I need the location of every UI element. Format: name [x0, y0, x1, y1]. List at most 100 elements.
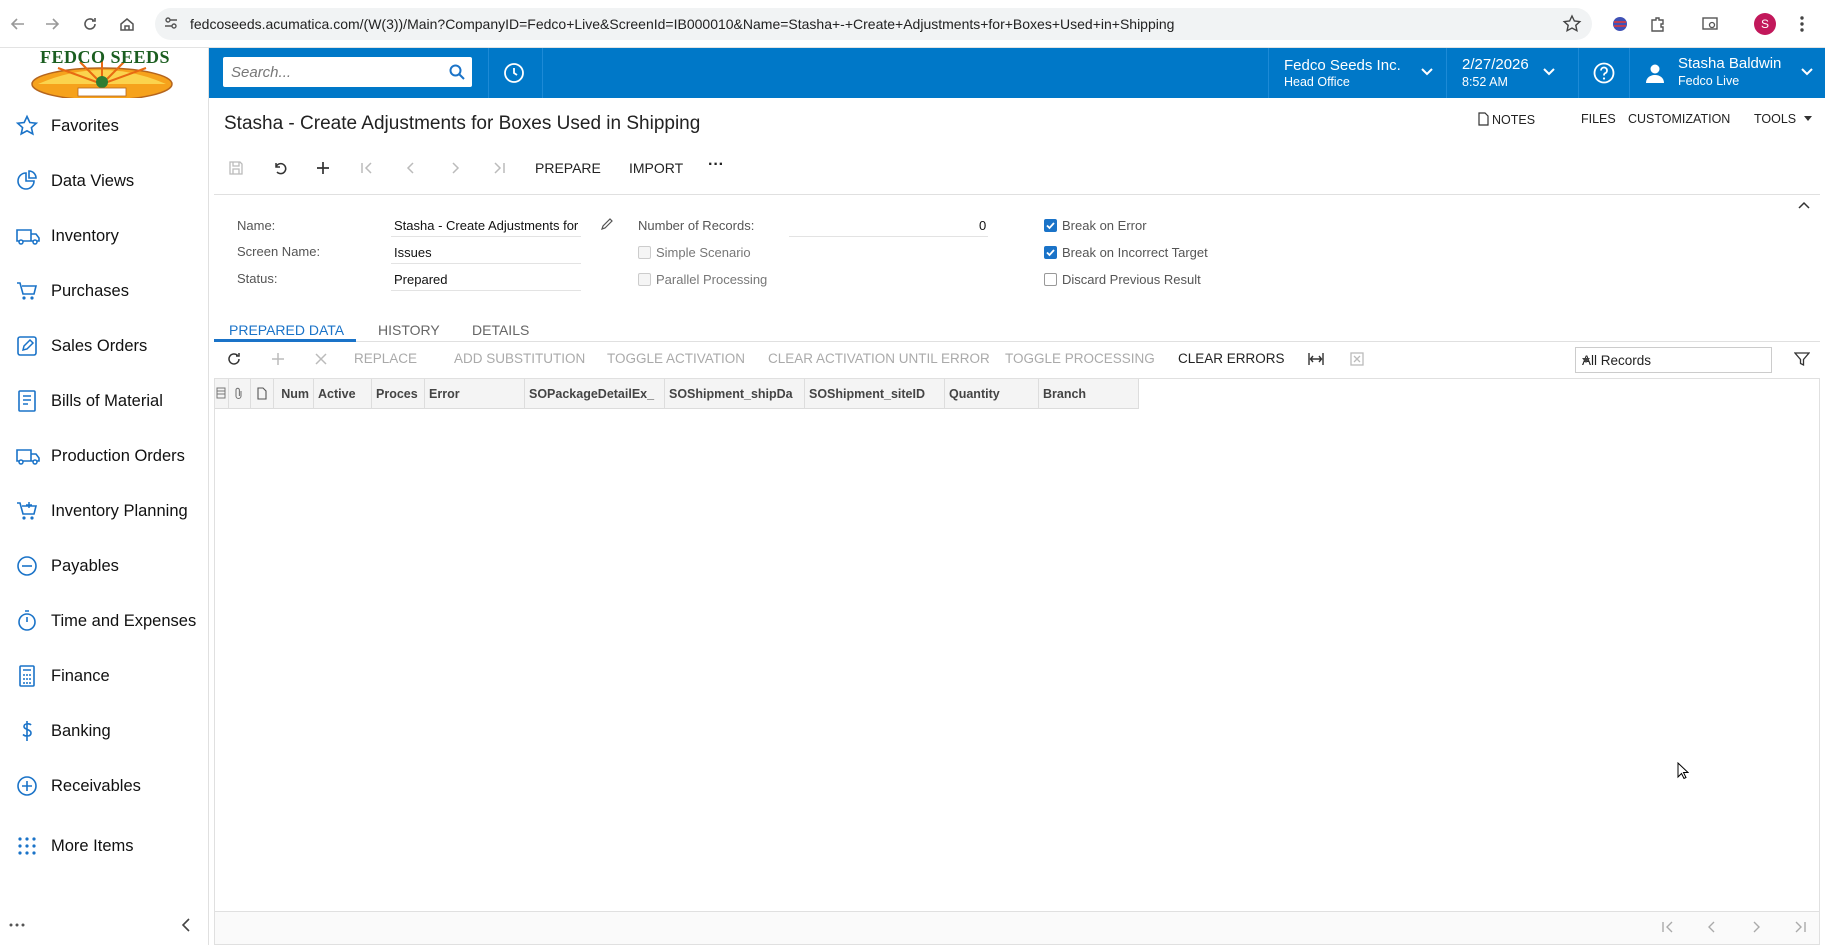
home-icon[interactable]: [115, 12, 139, 36]
prepare-button[interactable]: PREPARE: [535, 160, 601, 176]
sidebar-item-inventory[interactable]: Inventory: [0, 216, 209, 256]
tab-details[interactable]: DETAILS: [472, 322, 529, 338]
files-link[interactable]: FILES: [1581, 112, 1616, 126]
browser-bar: fedcoseeds.acumatica.com/(W(3))/Main?Com…: [0, 0, 1825, 48]
profile-avatar[interactable]: S: [1754, 13, 1776, 35]
refresh-icon[interactable]: [226, 351, 242, 367]
history-icon[interactable]: [502, 61, 526, 85]
last-page-icon[interactable]: [1793, 920, 1807, 934]
notes-link[interactable]: NOTES: [1478, 112, 1535, 127]
status-field: Prepared: [394, 272, 448, 287]
import-button[interactable]: IMPORT: [629, 160, 683, 176]
collapse-sidebar-icon[interactable]: [180, 918, 192, 932]
clear-activation-button[interactable]: CLEAR ACTIVATION UNTIL ERROR: [768, 351, 990, 366]
more-dots-icon[interactable]: [8, 922, 26, 928]
column-quantity[interactable]: Quantity: [945, 379, 1039, 409]
first-record-icon[interactable]: [356, 157, 378, 179]
sidebar-item-banking[interactable]: Banking: [0, 711, 209, 751]
search-input[interactable]: Search...: [223, 57, 472, 87]
extensions-puzzle-icon[interactable]: [1646, 12, 1670, 36]
add-icon[interactable]: [312, 157, 334, 179]
toggle-activation-button[interactable]: TOGGLE ACTIVATION: [607, 351, 745, 366]
sidebar: FEDCO SEEDS Favorites Data Views Invento…: [0, 47, 209, 945]
next-record-icon[interactable]: [444, 157, 466, 179]
column-soshipment-shipdate[interactable]: SOShipment_shipDa: [665, 379, 805, 409]
back-icon[interactable]: [6, 12, 30, 36]
previous-record-icon[interactable]: [400, 157, 422, 179]
search-icon[interactable]: [448, 63, 466, 81]
sidebar-item-more-items[interactable]: More Items: [0, 826, 209, 866]
address-bar[interactable]: fedcoseeds.acumatica.com/(W(3))/Main?Com…: [155, 8, 1592, 40]
site-info-icon[interactable]: [163, 15, 179, 31]
replace-button[interactable]: REPLACE: [354, 351, 417, 366]
column-error[interactable]: Error: [425, 379, 525, 409]
break-on-error-checkbox[interactable]: [1044, 219, 1057, 232]
summary-form: Name: Stasha - Create Adjustments for Sc…: [214, 194, 1820, 314]
add-row-icon[interactable]: [270, 351, 286, 367]
filter-icon[interactable]: [1794, 351, 1810, 367]
bookmark-star-icon[interactable]: [1562, 14, 1582, 34]
simple-scenario-checkbox[interactable]: [638, 246, 651, 259]
collapse-panel-icon[interactable]: [1798, 201, 1810, 209]
clear-errors-button[interactable]: CLEAR ERRORS: [1178, 351, 1285, 366]
previous-page-icon[interactable]: [1705, 920, 1719, 934]
save-icon[interactable]: [225, 157, 247, 179]
column-processed[interactable]: Proces: [372, 379, 425, 409]
row-selector-icon[interactable]: [215, 379, 229, 409]
undo-icon[interactable]: [269, 157, 291, 179]
next-page-icon[interactable]: [1749, 920, 1763, 934]
sidebar-item-inventory-planning[interactable]: Inventory Planning: [0, 491, 209, 531]
more-actions-button[interactable]: ···: [708, 156, 724, 174]
reload-icon[interactable]: [78, 12, 102, 36]
tools-menu[interactable]: TOOLS: [1754, 112, 1812, 126]
tab-prepared-data[interactable]: PREPARED DATA: [229, 322, 344, 338]
column-sopackagedetailex[interactable]: SOPackageDetailEx_: [525, 379, 665, 409]
toggle-processing-button[interactable]: TOGGLE PROCESSING: [1005, 351, 1155, 366]
browser-menu-icon[interactable]: [1790, 12, 1814, 36]
column-branch[interactable]: Branch: [1039, 379, 1139, 409]
sidebar-item-label: Bills of Material: [51, 391, 163, 410]
note-column-icon[interactable]: [251, 379, 274, 409]
column-num[interactable]: Num: [274, 379, 314, 409]
sidebar-item-production-orders[interactable]: Production Orders: [0, 436, 209, 476]
tab-history[interactable]: HISTORY: [378, 322, 440, 338]
sidebar-item-payables[interactable]: Payables: [0, 546, 209, 586]
sidebar-item-time-and-expenses[interactable]: Time and Expenses: [0, 601, 209, 641]
caret-down-icon: [1803, 116, 1812, 121]
date-selector[interactable]: 2/27/2026 8:52 AM: [1447, 48, 1578, 98]
delete-row-icon[interactable]: [314, 352, 328, 366]
discard-previous-result-checkbox[interactable]: [1044, 273, 1057, 286]
sidebar-item-data-views[interactable]: Data Views: [0, 161, 209, 201]
sidebar-item-sales-orders[interactable]: Sales Orders: [0, 326, 209, 366]
add-substitution-button[interactable]: ADD SUBSTITUTION: [454, 351, 585, 366]
sidebar-item-receivables[interactable]: Receivables: [0, 766, 209, 806]
edit-pencil-icon[interactable]: [600, 217, 614, 231]
extension-globe-icon[interactable]: [1608, 12, 1632, 36]
attachment-icon[interactable]: [229, 379, 251, 409]
forward-icon[interactable]: [40, 12, 64, 36]
sidebar-item-purchases[interactable]: Purchases: [0, 271, 209, 311]
last-record-icon[interactable]: [488, 157, 510, 179]
column-soshipment-siteid[interactable]: SOShipment_siteID: [805, 379, 945, 409]
company-selector[interactable]: Fedco Seeds Inc. Head Office: [1269, 48, 1456, 98]
first-page-icon[interactable]: [1661, 920, 1675, 934]
sidebar-item-finance[interactable]: Finance: [0, 656, 209, 696]
sidebar-item-bills-of-material[interactable]: Bills of Material: [0, 381, 209, 421]
screen-name-field[interactable]: Issues: [394, 245, 432, 260]
help-icon[interactable]: [1592, 61, 1616, 85]
user-menu[interactable]: Stasha Baldwin Fedco Live: [1630, 48, 1825, 98]
name-field[interactable]: Stasha - Create Adjustments for: [394, 218, 584, 233]
sidebar-item-favorites[interactable]: Favorites: [0, 106, 209, 146]
export-excel-icon[interactable]: [1349, 351, 1365, 367]
records-filter-select[interactable]: All Records: [1575, 347, 1772, 373]
pencil-icon: [15, 334, 41, 358]
user-icon: [1644, 62, 1666, 84]
customization-link[interactable]: CUSTOMIZATION: [1628, 112, 1730, 126]
parallel-processing-checkbox[interactable]: [638, 273, 651, 286]
chevron-down-icon: [1800, 67, 1814, 77]
column-active[interactable]: Active: [314, 379, 372, 409]
fedco-logo[interactable]: FEDCO SEEDS: [28, 47, 176, 98]
fit-columns-icon[interactable]: [1307, 351, 1325, 367]
break-on-incorrect-target-checkbox[interactable]: [1044, 246, 1057, 259]
tab-search-icon[interactable]: [1698, 12, 1722, 36]
